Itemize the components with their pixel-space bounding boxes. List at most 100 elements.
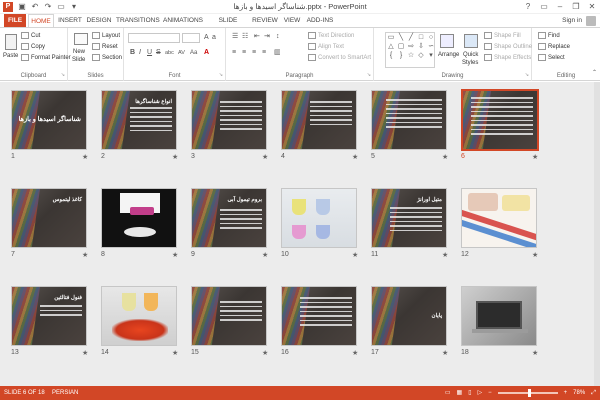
replace-button[interactable]: Replace bbox=[538, 42, 570, 52]
find-button[interactable]: Find bbox=[538, 31, 560, 41]
slide-thumbnail-5[interactable] bbox=[371, 90, 447, 150]
quick-styles-button-line2[interactable]: Styles bbox=[462, 58, 478, 68]
align-right-icon[interactable]: ≡ bbox=[252, 48, 256, 58]
arrange-button[interactable]: Arrange bbox=[438, 50, 459, 60]
slide-thumbnail-6[interactable] bbox=[461, 89, 539, 151]
transition-star-icon[interactable]: ★ bbox=[82, 251, 88, 259]
justify-icon[interactable]: ≡ bbox=[262, 48, 266, 58]
triangle-shape-icon[interactable]: △ bbox=[386, 42, 396, 51]
slideshow-view-icon[interactable]: ▷ bbox=[478, 386, 483, 400]
ribbon-display-icon[interactable]: ▭ bbox=[536, 0, 552, 13]
slide-thumbnail-11[interactable]: متیل اورانژ bbox=[371, 188, 447, 248]
curve-shape-icon[interactable]: ∽ bbox=[426, 42, 436, 51]
transition-star-icon[interactable]: ★ bbox=[352, 153, 358, 161]
zoom-slider-thumb[interactable] bbox=[527, 389, 531, 397]
slide-thumbnail-3[interactable] bbox=[191, 90, 267, 150]
arrow-down-shape-icon[interactable]: ⇩ bbox=[416, 42, 426, 51]
change-case-button[interactable]: Aa bbox=[190, 48, 197, 58]
transition-star-icon[interactable]: ★ bbox=[262, 251, 268, 259]
slide-thumbnail-14[interactable] bbox=[101, 286, 177, 346]
collapse-ribbon-icon[interactable]: ⌃ bbox=[592, 68, 597, 78]
line2-shape-icon[interactable]: ╱ bbox=[406, 33, 416, 42]
numbering-icon[interactable]: ☷ bbox=[242, 32, 248, 42]
slide-thumbnail-13[interactable]: فنول فتالئین bbox=[11, 286, 87, 346]
bracket-shape-icon[interactable]: { bbox=[386, 51, 396, 60]
minimize-button[interactable]: – bbox=[552, 0, 568, 13]
zoom-slider[interactable] bbox=[497, 389, 558, 397]
line-shape-icon[interactable]: ╲ bbox=[396, 33, 406, 42]
tab-view[interactable]: VIEW bbox=[282, 14, 302, 27]
reading-view-icon[interactable]: ▯ bbox=[468, 386, 471, 400]
clipboard-launcher-icon[interactable]: ↘ bbox=[61, 72, 65, 78]
textbox-shape-icon[interactable]: ▭ bbox=[386, 33, 396, 42]
transition-star-icon[interactable]: ★ bbox=[172, 251, 178, 259]
font-launcher-icon[interactable]: ↘ bbox=[219, 72, 223, 78]
transition-star-icon[interactable]: ★ bbox=[82, 349, 88, 357]
paragraph-launcher-icon[interactable]: ↘ bbox=[367, 72, 371, 78]
paste-icon[interactable] bbox=[5, 34, 17, 50]
slide-thumbnail-18[interactable] bbox=[461, 286, 537, 346]
slide-thumbnail-2[interactable]: انواع شناساگرها bbox=[101, 90, 177, 150]
slide-thumbnail-10[interactable] bbox=[281, 188, 357, 248]
slide-thumbnail-1[interactable]: شناساگر اسیدها و بازها bbox=[11, 90, 87, 150]
zoom-out-icon[interactable]: − bbox=[488, 386, 492, 400]
font-size-combobox[interactable] bbox=[182, 33, 200, 43]
help-button[interactable]: ? bbox=[520, 0, 536, 13]
rounded-rect-shape-icon[interactable]: ▢ bbox=[396, 42, 406, 51]
select-button[interactable]: Select bbox=[538, 53, 565, 63]
arrange-icon[interactable] bbox=[440, 34, 454, 48]
transition-star-icon[interactable]: ★ bbox=[442, 153, 448, 161]
shadow-button[interactable]: abc bbox=[165, 48, 174, 58]
grow-font-icon[interactable]: A bbox=[204, 33, 209, 43]
paste-button[interactable]: Paste bbox=[3, 51, 18, 61]
transition-star-icon[interactable]: ★ bbox=[262, 153, 268, 161]
shape-fill-button[interactable]: Shape Fill bbox=[484, 31, 521, 41]
normal-view-icon[interactable]: ▭ bbox=[445, 386, 451, 400]
transition-star-icon[interactable]: ★ bbox=[532, 349, 538, 357]
increase-indent-icon[interactable]: ⇥ bbox=[264, 32, 270, 42]
text-direction-button[interactable]: Text Direction bbox=[308, 31, 354, 41]
bracket2-shape-icon[interactable]: } bbox=[396, 51, 406, 60]
slide-thumbnail-15[interactable] bbox=[191, 286, 267, 346]
strikethrough-button[interactable]: S bbox=[156, 48, 161, 58]
slide-thumbnail-17[interactable]: پایان bbox=[371, 286, 447, 346]
vertical-scrollbar[interactable] bbox=[594, 82, 600, 386]
transition-star-icon[interactable]: ★ bbox=[172, 153, 178, 161]
avatar[interactable] bbox=[586, 16, 596, 26]
slide-sorter-view-icon[interactable]: ▦ bbox=[457, 386, 463, 400]
transition-star-icon[interactable]: ★ bbox=[82, 153, 88, 161]
section-button[interactable]: Section bbox=[92, 53, 122, 63]
slide-sorter[interactable]: شناساگر اسیدها و بازها 1 ★ انواع شناساگر… bbox=[0, 82, 600, 386]
font-name-combobox[interactable] bbox=[128, 33, 180, 43]
rectangle-shape-icon[interactable]: □ bbox=[416, 33, 426, 42]
tab-slide-show[interactable]: SLIDE SHOW bbox=[208, 14, 248, 37]
tab-design[interactable]: DESIGN bbox=[86, 14, 112, 27]
transition-star-icon[interactable]: ★ bbox=[262, 349, 268, 357]
transition-star-icon[interactable]: ★ bbox=[352, 349, 358, 357]
new-slide-icon[interactable] bbox=[74, 33, 88, 45]
tab-home[interactable]: HOME bbox=[28, 14, 54, 27]
convert-smartart-button[interactable]: Convert to SmartArt bbox=[308, 53, 371, 63]
slide-thumbnail-9[interactable]: بروم تیمول آبی bbox=[191, 188, 267, 248]
tab-transitions[interactable]: TRANSITIONS bbox=[116, 14, 160, 27]
tab-file[interactable]: FILE bbox=[4, 14, 26, 27]
tab-insert[interactable]: INSERT bbox=[58, 14, 82, 27]
more-shapes-icon[interactable]: ▾ bbox=[426, 51, 436, 60]
bold-button[interactable]: B bbox=[130, 48, 135, 58]
shapes-gallery[interactable]: ▭ ╲ ╱ □ ○ △ ▢ ⇨ ⇩ ∽ {} ☆ ◇ ▾ bbox=[385, 32, 435, 68]
callout-shape-icon[interactable]: ◇ bbox=[416, 51, 426, 60]
transition-star-icon[interactable]: ★ bbox=[172, 349, 178, 357]
sign-in-link[interactable]: Sign in bbox=[562, 14, 582, 27]
zoom-level[interactable]: 78% bbox=[573, 386, 585, 400]
underline-button[interactable]: U bbox=[147, 48, 152, 58]
shrink-font-icon[interactable]: a bbox=[212, 33, 216, 43]
arrow-right-shape-icon[interactable]: ⇨ bbox=[406, 42, 416, 51]
slide-thumbnail-8[interactable] bbox=[101, 188, 177, 248]
redo-icon[interactable]: ↷ bbox=[43, 1, 53, 12]
undo-icon[interactable]: ↶ bbox=[30, 1, 40, 12]
transition-star-icon[interactable]: ★ bbox=[442, 251, 448, 259]
slide-thumbnail-16[interactable] bbox=[281, 286, 357, 346]
copy-button[interactable]: Copy bbox=[21, 42, 45, 52]
shape-effects-button[interactable]: Shape Effects bbox=[484, 53, 531, 63]
decrease-indent-icon[interactable]: ⇤ bbox=[254, 32, 260, 42]
